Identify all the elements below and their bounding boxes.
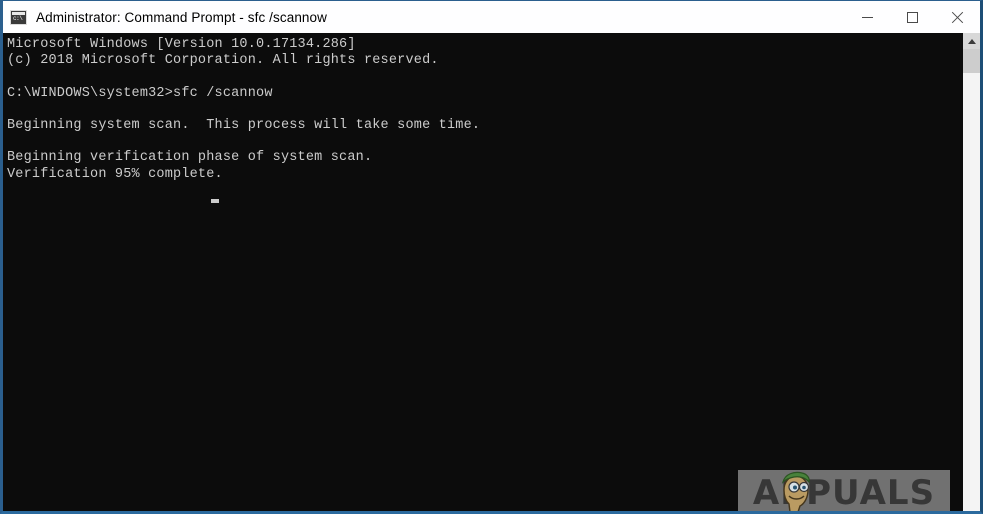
close-icon <box>951 11 964 24</box>
chevron-up-icon <box>967 38 976 44</box>
scrollbar-track[interactable] <box>963 73 980 511</box>
scroll-up-button[interactable] <box>963 33 980 49</box>
close-button[interactable] <box>935 1 980 33</box>
watermark-brand-text: APPUALS <box>752 472 936 512</box>
window-title: Administrator: Command Prompt - sfc /sca… <box>36 9 327 25</box>
scrollbar-thumb[interactable] <box>963 49 980 73</box>
console-icon <box>10 9 27 25</box>
console-output-area[interactable]: Microsoft Windows [Version 10.0.17134.28… <box>3 33 980 511</box>
maximize-button[interactable] <box>890 1 935 33</box>
minimize-icon <box>862 16 873 18</box>
window-controls <box>845 1 980 33</box>
title-bar[interactable]: Administrator: Command Prompt - sfc /sca… <box>3 1 980 33</box>
minimize-button[interactable] <box>845 1 890 33</box>
watermark-appuals: APPUALS <box>738 470 950 511</box>
command-prompt-window: Administrator: Command Prompt - sfc /sca… <box>0 0 983 514</box>
mascot-icon <box>781 471 810 511</box>
maximize-icon <box>907 11 918 23</box>
console-scrollbar[interactable] <box>962 33 980 511</box>
text-cursor <box>211 199 219 203</box>
console-text: Microsoft Windows [Version 10.0.17134.28… <box>7 37 481 182</box>
